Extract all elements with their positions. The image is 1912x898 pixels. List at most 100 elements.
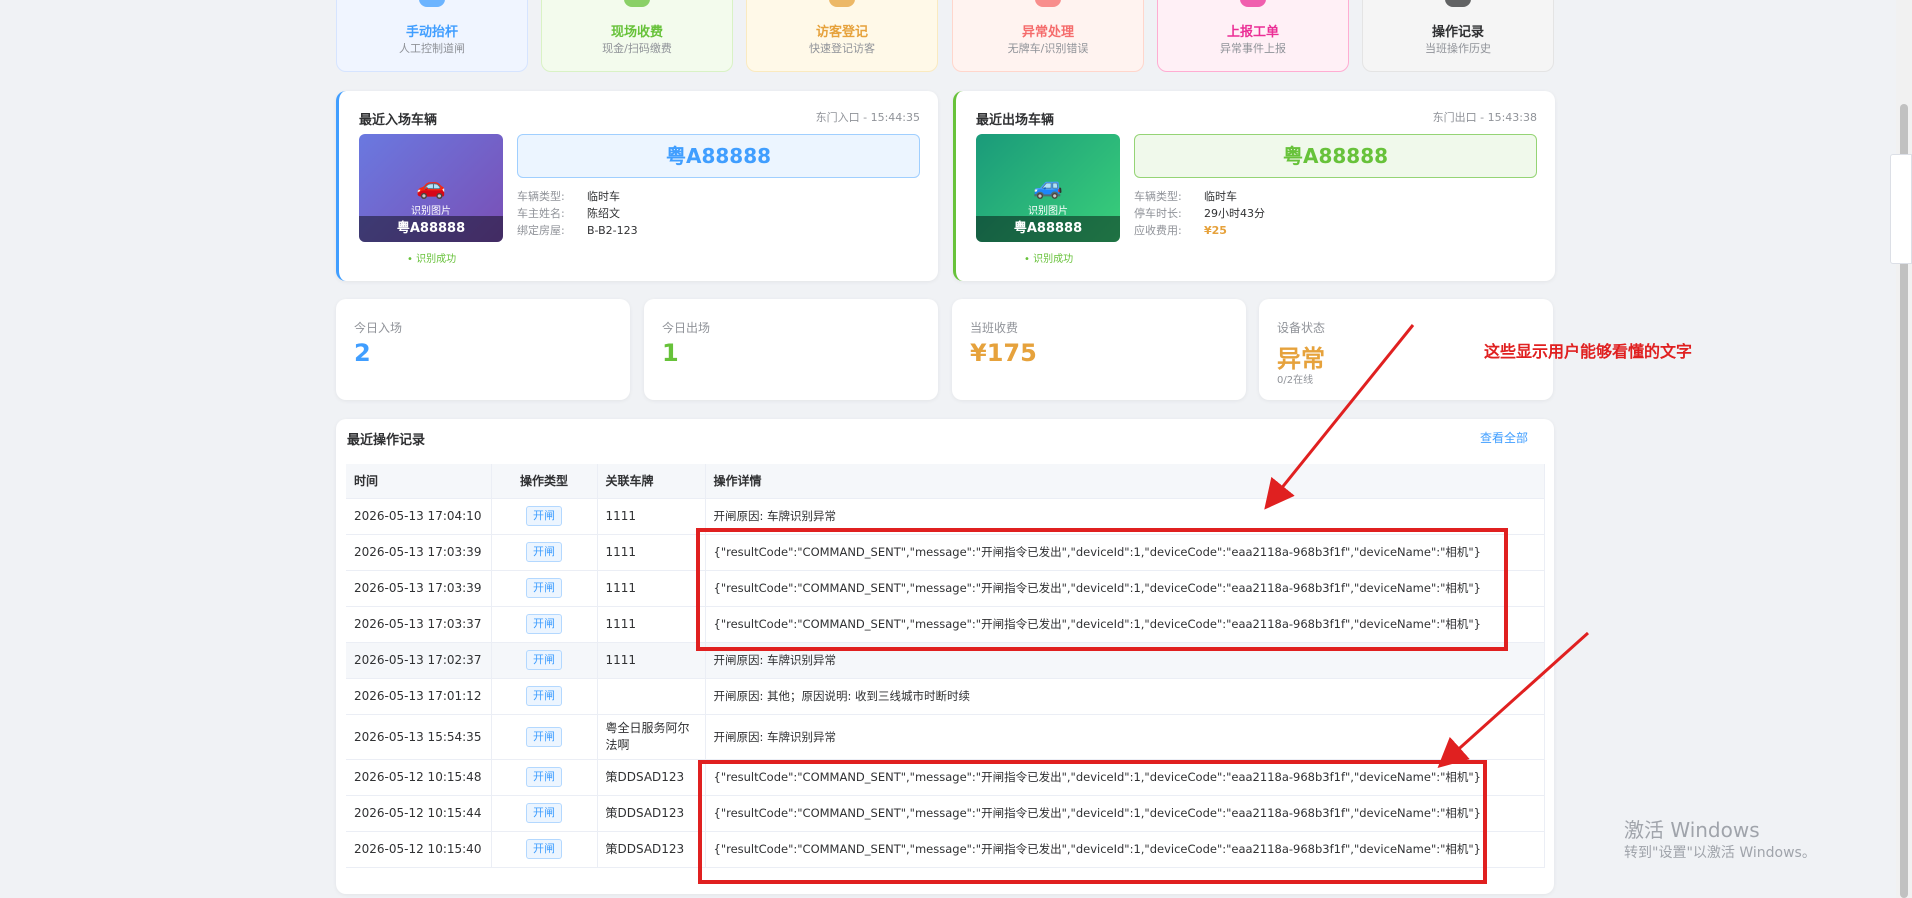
cell-time: 2026-05-12 10:15:48	[346, 759, 492, 796]
exit-vehicle-fields: 车辆类型: 临时车 停车时长: 29小时43分 应收费用: ¥25	[1134, 188, 1265, 239]
vehicle-field-row: 车主姓名: 陈绍文	[517, 205, 638, 222]
quick-action-subtitle: 现金/扫码缴费	[602, 42, 672, 55]
cell-plate: 1111	[597, 606, 706, 643]
cell-plate: 1111	[597, 570, 706, 607]
op-type-tag: 开闸	[526, 726, 562, 747]
col-time: 时间	[346, 464, 492, 499]
cell-time: 2026-05-13 17:03:39	[346, 534, 492, 571]
cell-time: 2026-05-13 17:01:12	[346, 678, 492, 715]
quick-action-5[interactable]: 操作记录当班操作历史	[1362, 0, 1554, 72]
cell-detail: 开闸原因: 车牌识别异常	[705, 714, 1545, 760]
stat-card-2: 当班收费 ¥175	[952, 299, 1246, 400]
quick-action-title: 现场收费	[610, 25, 663, 40]
stat-label: 当班收费	[970, 321, 1019, 335]
vehicle-field-row: 车辆类型: 临时车	[517, 188, 638, 205]
cell-op-type: 开闸	[491, 606, 598, 643]
cell-plate: 策DDSAD123	[597, 831, 706, 868]
exit-plate-display: 粤A88888	[1134, 134, 1537, 178]
quick-action-subtitle: 当班操作历史	[1425, 42, 1491, 55]
stat-value: 2	[354, 339, 371, 367]
quick-action-title: 上报工单	[1226, 25, 1279, 40]
cell-plate	[597, 678, 706, 715]
op-type-tag: 开闸	[526, 542, 562, 562]
entry-recognition-photo[interactable]: 🚗 识别图片 粤A88888	[359, 134, 503, 242]
cell-op-type: 开闸	[491, 534, 598, 571]
col-detail: 操作详情	[705, 464, 1545, 499]
page-scrollbar[interactable]	[1896, 0, 1912, 898]
stat-subtext: 0/2在线	[1277, 375, 1314, 386]
vehicle-field-value: 临时车	[587, 190, 620, 203]
cell-plate: 1111	[597, 642, 706, 679]
cell-time: 2026-05-12 10:15:40	[346, 831, 492, 868]
exit-photo-label: 识别图片	[1028, 206, 1068, 217]
cell-plate: 粤全日服务阿尔法啊	[597, 714, 706, 760]
op-type-tag: 开闸	[526, 839, 562, 859]
person-icon	[829, 0, 855, 7]
exit-recognition-status: • 识别成功	[1024, 254, 1074, 265]
entry-photo-label: 识别图片	[411, 206, 451, 217]
stat-label: 今日出场	[662, 321, 711, 335]
quick-action-title: 操作记录	[1431, 25, 1484, 40]
cell-plate: 策DDSAD123	[597, 759, 706, 796]
stat-label: 今日入场	[354, 321, 403, 335]
op-type-tag: 开闸	[526, 614, 562, 634]
op-type-tag: 开闸	[526, 650, 562, 670]
records-header-row: 时间 操作类型 关联车牌 操作详情	[346, 464, 1545, 499]
exit-gate-time: 东门出口 - 15:43:38	[1432, 111, 1537, 124]
op-type-tag: 开闸	[526, 578, 562, 598]
cell-time: 2026-05-13 15:54:35	[346, 714, 492, 760]
entry-vehicle-fields: 车辆类型: 临时车 车主姓名: 陈绍文 绑定房屋: B-B2-123	[517, 188, 638, 239]
quick-action-4[interactable]: 上报工单异常事件上报	[1157, 0, 1349, 72]
stat-card-1: 今日出场 1	[644, 299, 938, 400]
cell-op-type: 开闸	[491, 759, 598, 796]
vehicle-field-row: 车辆类型: 临时车	[1134, 188, 1265, 205]
cell-detail: 开闸原因: 其他；原因说明: 收到三线城市时断时续	[705, 678, 1545, 715]
blue-car-icon: 🚙	[1033, 172, 1063, 200]
vehicle-field-value: ¥25	[1204, 224, 1227, 237]
vehicle-field-key: 车辆类型:	[517, 190, 565, 203]
side-mini-panel[interactable]	[1890, 154, 1912, 264]
cell-op-type: 开闸	[491, 678, 598, 715]
money-bag-icon	[624, 0, 650, 7]
cell-op-type: 开闸	[491, 795, 598, 832]
cell-plate: 策DDSAD123	[597, 795, 706, 832]
windows-activation-title: 激活 Windows	[1624, 818, 1760, 842]
quick-action-2[interactable]: 访客登记 快速登记访客	[746, 0, 938, 72]
highlight-box-upper	[696, 528, 1508, 651]
stat-value: ¥175	[970, 339, 1037, 367]
cell-op-type: 开闸	[491, 831, 598, 868]
exit-photo-plate: 粤A88888	[976, 216, 1120, 242]
cell-time: 2026-05-13 17:03:39	[346, 570, 492, 607]
cell-time: 2026-05-13 17:04:10	[346, 498, 492, 535]
quick-action-title: 手动抬杆	[405, 25, 458, 40]
stat-value: 异常	[1277, 345, 1325, 373]
quick-action-subtitle: 异常事件上报	[1220, 42, 1286, 55]
quick-action-3[interactable]: 异常处理无牌车/识别错误	[952, 0, 1144, 72]
view-all-link[interactable]: 查看全部	[1480, 429, 1528, 446]
quick-action-0[interactable]: 手动抬杆 人工控制道闸	[336, 0, 528, 72]
cell-op-type: 开闸	[491, 714, 598, 760]
table-row[interactable]: 2026-05-13 17:01:12 开闸 开闸原因: 其他；原因说明: 收到三线…	[346, 678, 1545, 715]
vehicle-field-value: 陈绍文	[587, 207, 620, 220]
table-row[interactable]: 2026-05-13 15:54:35 开闸 粤全日服务阿尔法啊 开闸原因: 车牌识别…	[346, 714, 1545, 760]
exit-recognition-photo[interactable]: 🚙 识别图片 粤A88888	[976, 134, 1120, 242]
quick-action-subtitle: 无牌车/识别错误	[1007, 42, 1089, 55]
red-car-icon: 🚗	[416, 172, 446, 200]
vehicle-field-value: 临时车	[1204, 190, 1237, 203]
annotation-text: 这些显示用户能够看懂的文字	[1484, 342, 1693, 361]
vehicle-field-key: 停车时长:	[1134, 207, 1182, 220]
op-type-tag: 开闸	[526, 686, 562, 706]
stat-label: 设备状态	[1277, 321, 1326, 335]
quick-action-1[interactable]: 现场收费现金/扫码缴费	[541, 0, 733, 72]
entry-gate-time: 东门入口 - 15:44:35	[815, 111, 920, 124]
exit-vehicle-card: 最近出场车辆 东门出口 - 15:43:38 🚙 识别图片 粤A88888 • …	[953, 91, 1555, 281]
quick-action-title: 异常处理	[1021, 25, 1074, 40]
vehicle-field-value: B-B2-123	[587, 224, 638, 237]
cell-op-type: 开闸	[491, 642, 598, 679]
entry-plate-display: 粤A88888	[517, 134, 920, 178]
cell-time: 2026-05-13 17:02:37	[346, 642, 492, 679]
col-op-type: 操作类型	[491, 464, 598, 499]
vehicle-field-key: 车主姓名:	[517, 207, 565, 220]
entry-recognition-status: • 识别成功	[407, 254, 457, 265]
cell-op-type: 开闸	[491, 498, 598, 535]
